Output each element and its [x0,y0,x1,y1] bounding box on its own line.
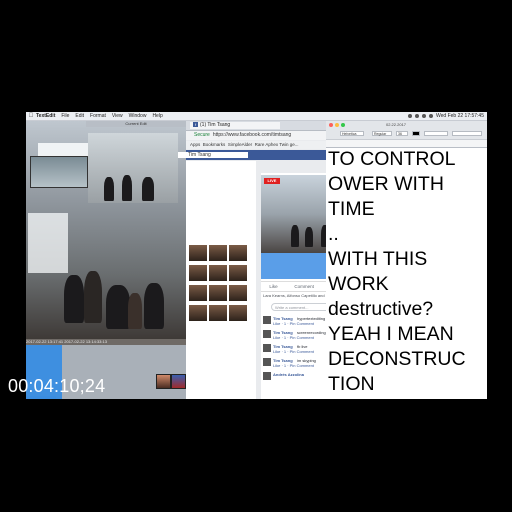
menu-format[interactable]: Format [90,113,106,119]
desktop-screen:  TextEdit File Edit Format View Window … [26,112,487,399]
minimize-button[interactable] [335,123,339,127]
video-timecode: 00:04:10;24 [8,376,106,396]
audience-person [144,283,164,329]
facebook-icon: f [193,122,198,128]
window-light [28,213,68,273]
photo-thumb[interactable] [189,305,207,321]
bookmark-simplealder[interactable]: SimpleAlder [228,142,252,147]
browser-tab[interactable]: f (1) Tim Tsang [190,122,280,129]
live-badge: LIVE [264,178,280,184]
text-line: WORK [328,273,389,295]
bold-italic-underline-buttons[interactable] [424,131,448,136]
text-color-well[interactable] [412,131,420,136]
text-line: DECONSTRUC [328,348,466,370]
audience-person [106,285,130,329]
url-text: https://www.facebook.com/timtsang [212,132,292,138]
menu-view[interactable]: View [112,113,123,119]
thumbnail[interactable] [156,374,171,389]
pip-person [142,177,154,201]
audience-person [84,271,102,323]
thumbnail[interactable] [171,374,186,389]
text-line: TION [328,373,375,395]
video-person [291,225,299,247]
apple-icon[interactable]:  [26,113,36,119]
close-button[interactable] [329,123,333,127]
bookmark-aphex[interactable]: Rare Aphex Twin ge... [255,142,299,147]
audience-person [128,293,142,329]
ceiling-light [38,143,88,157]
document-body[interactable]: TO CONTROL OWER WITH TIME.. WITH THIS WORK de… [328,147,484,397]
font-family-select[interactable]: Helvetica [340,131,364,136]
photo-thumb[interactable] [189,245,207,261]
wifi-icon[interactable] [415,114,419,118]
ruler[interactable] [326,139,487,147]
text-line: OWER WITH [328,173,444,195]
textedit-toolbar: 02.22.2017 Helvetica Regular 36 [326,121,487,148]
room-pip-video [88,133,178,203]
skype-pip-video [30,156,88,188]
audience-person [64,275,84,323]
menubar-app-name[interactable]: TextEdit [36,113,55,119]
menu-edit[interactable]: Edit [75,113,84,119]
facebook-search-input[interactable]: Tim Tsang [178,152,248,158]
alignment-buttons[interactable] [452,131,482,136]
text-line: WITH THIS [328,248,428,270]
volume-icon[interactable] [422,114,426,118]
textedit-window: 02.22.2017 Helvetica Regular 36 TO CONTR… [326,121,487,399]
font-style-select[interactable]: Regular [372,131,392,136]
menubar-status-area: Wed Feb 22 17:57:45 [408,113,487,119]
comment-meta[interactable]: Like · 1 · Pin Comment [273,321,314,326]
comment-meta[interactable]: Like · 1 · Pin Comment [273,349,314,354]
photo-grid [186,245,251,335]
mac-menubar:  TextEdit File Edit Format View Window … [26,112,487,121]
textedit-window-title: 02.22.2017 [386,122,407,127]
avatar[interactable] [263,358,271,366]
text-line: TO CONTROL [328,148,456,170]
bookmark-folder[interactable]: Bookmarks [203,142,226,147]
avatar[interactable] [263,372,271,380]
tab-label: (1) Tim Tsang [200,122,231,128]
comment-meta[interactable]: Like · 1 · Pin Comment [273,335,314,340]
like-button[interactable]: Like [269,284,277,289]
battery-icon[interactable] [429,114,433,118]
photo-thumb[interactable] [229,265,247,281]
comment-meta[interactable]: Like · 1 · Pin Comment [273,363,314,368]
photo-thumb[interactable] [229,245,247,261]
pip-person [122,175,132,201]
photo-thumb[interactable] [209,245,227,261]
bookmark-apps[interactable]: Apps [190,142,200,147]
video-person [305,227,313,247]
font-size-field[interactable]: 36 [396,131,408,136]
photo-thumb[interactable] [229,285,247,301]
text-line: destructive? [328,298,434,320]
photo-thumb[interactable] [209,265,227,281]
photo-thumb[interactable] [209,305,227,321]
menu-help[interactable]: Help [152,113,162,119]
zoom-button[interactable] [341,123,345,127]
camera-window-title: Current Edit [86,121,186,127]
avatar[interactable] [263,330,271,338]
pip-person [104,177,114,201]
thumbnail-strip [156,340,186,390]
photo-thumb[interactable] [229,305,247,321]
text-line: YEAH I MEAN [328,323,454,345]
menubar-clock[interactable]: Wed Feb 22 17:57:45 [436,113,484,119]
comment-author[interactable]: Andrés Azzolina [273,372,304,377]
avatar[interactable] [263,316,271,324]
status-icon[interactable] [408,114,412,118]
comment-button[interactable]: Comment [294,284,314,289]
menu-window[interactable]: Window [129,113,147,119]
photo-thumb[interactable] [189,265,207,281]
timecode-underline [26,396,56,399]
photo-thumb[interactable] [189,285,207,301]
avatar[interactable] [263,344,271,352]
menu-file[interactable]: File [61,113,69,119]
secure-lock-label: Secure [194,132,210,138]
text-line: .. [328,223,339,245]
text-line: TIME [328,198,375,220]
profile-left-column [186,161,256,399]
photo-thumb[interactable] [209,285,227,301]
